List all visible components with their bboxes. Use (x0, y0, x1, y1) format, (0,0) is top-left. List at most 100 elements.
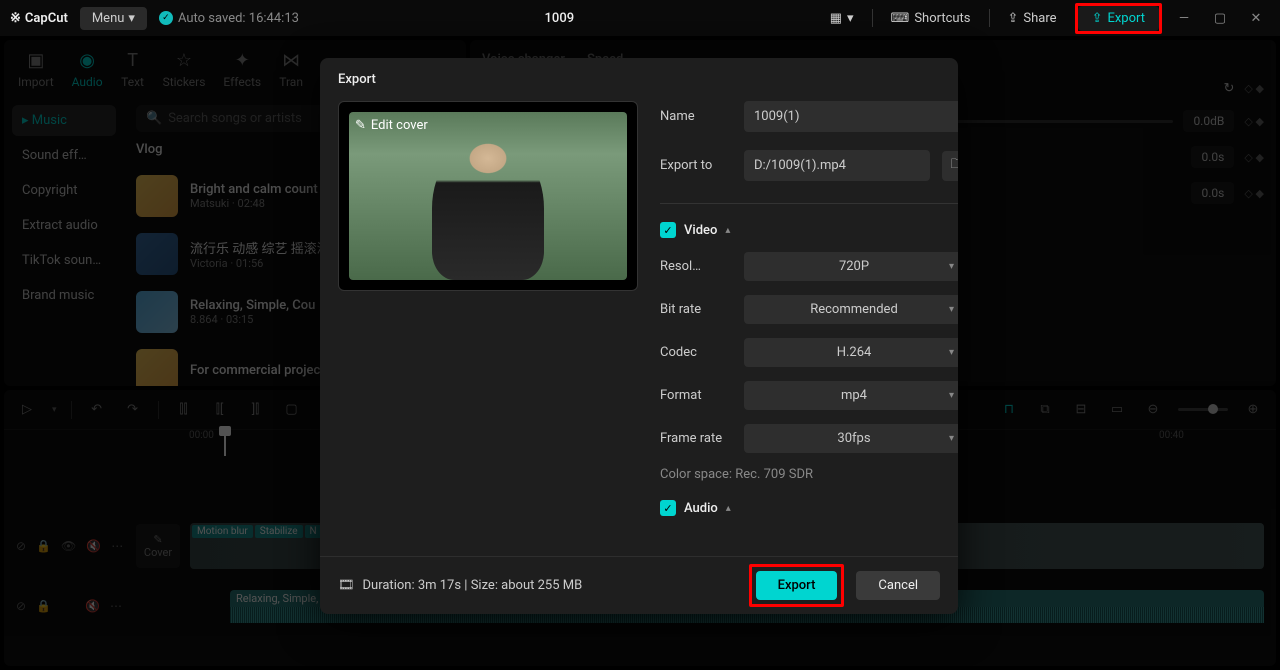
audio-icon: ◉ (75, 48, 99, 72)
export-button-top[interactable]: ⇪Export (1078, 6, 1159, 31)
import-icon: ▣ (24, 48, 48, 72)
shortcuts-button[interactable]: ⌨Shortcuts (881, 7, 981, 30)
name-input[interactable] (744, 101, 958, 132)
checkbox-checked-icon: ✓ (660, 222, 676, 238)
tab-audio[interactable]: ◉Audio (72, 48, 103, 89)
auto-icon[interactable]: ⊘ (16, 539, 26, 553)
lock-icon[interactable]: 🔒 (36, 599, 51, 613)
share-icon: ⇪ (1008, 11, 1019, 26)
zoom-slider[interactable] (1178, 408, 1228, 411)
cover-image (349, 112, 627, 280)
audio-sidebar: ▸ Music Sound eff… Copyright Extract aud… (4, 97, 124, 386)
mute-icon[interactable]: 🔇 (85, 599, 100, 613)
edit-cover-button[interactable]: ✎Edit cover (355, 118, 428, 133)
codec-select[interactable]: H.264 (744, 338, 958, 367)
dialog-footer: 🎞 Duration: 3m 17s | Size: about 255 MB … (320, 556, 958, 614)
project-title: 1009 (311, 11, 808, 26)
mute-icon[interactable]: 🔇 (86, 539, 101, 553)
playhead[interactable] (224, 430, 226, 456)
name-label: Name (660, 109, 732, 124)
export-confirm-button[interactable]: Export (756, 571, 838, 600)
cancel-button[interactable]: Cancel (856, 571, 940, 600)
export-info: 🎞 Duration: 3m 17s | Size: about 255 MB (338, 578, 582, 593)
export-to-label: Export to (660, 158, 732, 173)
search-icon: 🔍 (146, 111, 162, 126)
autosave-status: ✓ Auto saved: 16:44:13 (159, 11, 299, 26)
delete-button[interactable]: ▢ (281, 402, 303, 417)
framerate-select[interactable]: 30fps (744, 424, 958, 453)
pencil-icon: ✎ (355, 118, 366, 133)
logo-text: CapCut (25, 11, 68, 26)
share-button[interactable]: ⇪Share (998, 7, 1067, 30)
tab-stickers[interactable]: ☆Stickers (163, 48, 206, 89)
chevron-down-icon: ▾ (128, 11, 135, 26)
titlebar-actions: ▦▾ ⌨Shortcuts ⇪Share ⇪Export — ▢ ✕ (820, 3, 1270, 34)
sidebar-item-brand-music[interactable]: Brand music (12, 280, 116, 311)
resolution-select[interactable]: 720P (744, 252, 958, 281)
song-thumb (136, 291, 178, 333)
export-path-input[interactable] (744, 150, 930, 181)
minimize-button[interactable]: — (1170, 11, 1198, 26)
film-icon: 🎞 (338, 578, 355, 593)
cover-preview: ✎Edit cover (338, 101, 638, 291)
trim-right-button[interactable]: ]⫿ (245, 402, 267, 417)
tab-transitions[interactable]: ⋈Tran (279, 48, 303, 89)
pencil-icon: ✎ (153, 533, 162, 546)
align-button[interactable]: ⊟ (1070, 402, 1092, 417)
sidebar-item-copyright[interactable]: Copyright (12, 175, 116, 206)
zoom-in-button[interactable]: ⊕ (1242, 402, 1264, 417)
app-logo: ※ CapCut (10, 11, 68, 26)
eye-icon[interactable]: 👁 (61, 539, 76, 553)
dialog-title: Export (320, 58, 958, 101)
redo-button[interactable]: ↷ (122, 402, 144, 417)
tab-text[interactable]: TText (121, 48, 145, 89)
lock-icon[interactable]: 🔒 (36, 539, 51, 553)
effects-icon: ✦ (230, 48, 254, 72)
trim-left-button[interactable]: ⫿[ (209, 402, 231, 417)
export-dialog: Export ✎Edit cover Name Export to 🗀 ✓ (320, 58, 958, 614)
maximize-button[interactable]: ▢ (1206, 11, 1234, 26)
export-highlight: ⇪Export (1075, 3, 1162, 34)
titlebar: ※ CapCut Menu ▾ ✓ Auto saved: 16:44:13 1… (0, 0, 1280, 36)
song-thumb (136, 349, 178, 386)
magnet-button[interactable]: ⊓ (998, 402, 1020, 417)
format-select[interactable]: mp4 (744, 381, 958, 410)
sidebar-item-sound-effects[interactable]: Sound eff… (12, 140, 116, 171)
keyboard-icon: ⌨ (891, 11, 910, 26)
cover-button[interactable]: ✎Cover (136, 524, 180, 568)
folder-icon: 🗀 (950, 155, 958, 177)
bitrate-select[interactable]: Recommended (744, 295, 958, 324)
checkbox-checked-icon: ✓ (660, 500, 676, 516)
link-button[interactable]: ⧉ (1034, 402, 1056, 417)
colorspace-info: Color space: Rec. 709 SDR (660, 467, 958, 482)
volume-value[interactable]: 0.0dB (1183, 110, 1234, 132)
logo-icon: ※ (10, 11, 21, 26)
pointer-tool[interactable]: ▷ (16, 402, 38, 417)
tab-import[interactable]: ▣Import (18, 48, 54, 89)
song-thumb (136, 233, 178, 275)
zoom-out-button[interactable]: ⊖ (1142, 402, 1164, 417)
sticker-icon: ☆ (172, 48, 196, 72)
close-button[interactable]: ✕ (1242, 11, 1270, 26)
sidebar-item-extract-audio[interactable]: Extract audio (12, 210, 116, 241)
chevron-up-icon: ▴ (725, 225, 730, 236)
undo-icon[interactable]: ↻ (1223, 81, 1234, 96)
chevron-up-icon: ▴ (726, 503, 731, 514)
tab-effects[interactable]: ✦Effects (223, 48, 261, 89)
undo-button[interactable]: ↶ (86, 402, 108, 417)
auto-icon[interactable]: ⊘ (16, 599, 26, 613)
browse-folder-button[interactable]: 🗀 (942, 151, 958, 181)
export-button-highlight: Export (749, 564, 845, 607)
layout-icon: ▦ (830, 11, 842, 26)
sidebar-item-music[interactable]: ▸ Music (12, 105, 116, 136)
split-button[interactable]: ⫿⫿ (173, 402, 195, 417)
preview-button[interactable]: ▭ (1106, 402, 1128, 417)
export-icon: ⇪ (1092, 11, 1103, 26)
video-section-toggle[interactable]: ✓ Video ▴ (660, 222, 958, 238)
menu-button[interactable]: Menu ▾ (80, 7, 147, 30)
text-icon: T (121, 48, 145, 72)
song-thumb (136, 175, 178, 217)
sidebar-item-tiktok-sounds[interactable]: TikTok soun… (12, 245, 116, 276)
audio-section-toggle[interactable]: ✓ Audio ▴ (660, 500, 958, 516)
layout-button[interactable]: ▦▾ (820, 7, 864, 30)
